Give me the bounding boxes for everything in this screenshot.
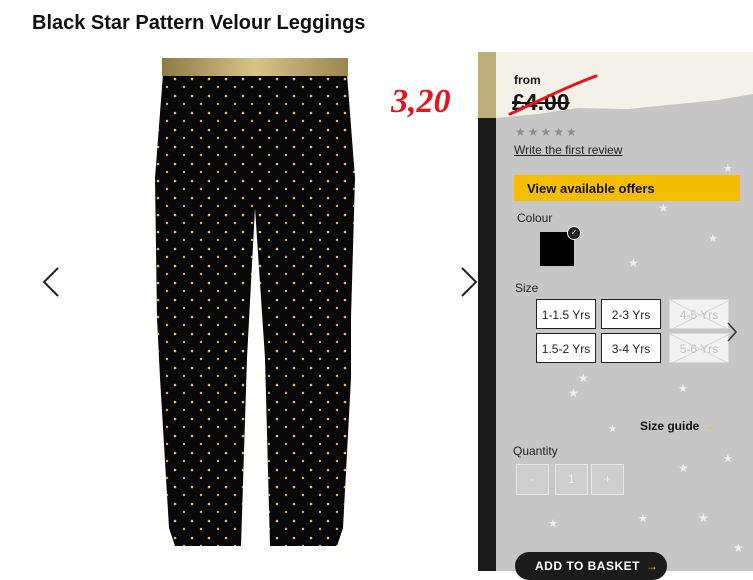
- product-image: [155, 58, 355, 550]
- size-option-unavailable: 5-6 Yrs: [669, 333, 729, 363]
- write-review-link[interactable]: Write the first review: [514, 143, 622, 157]
- size-option[interactable]: 2-3 Yrs: [601, 299, 661, 329]
- previous-image-arrow-icon[interactable]: [38, 262, 68, 302]
- size-label: Size: [515, 281, 539, 295]
- size-option-label: 4-5 Yrs: [679, 308, 719, 322]
- size-guide-link[interactable]: Size guide →: [640, 419, 715, 433]
- size-option[interactable]: 1-1.5 Yrs: [536, 299, 596, 329]
- add-to-basket-button[interactable]: ADD TO BASKET →: [515, 552, 667, 580]
- arrow-right-icon: →: [702, 419, 715, 433]
- product-title: Black Star Pattern Velour Leggings: [32, 12, 366, 34]
- quantity-label: Quantity: [513, 444, 558, 458]
- size-option-unavailable: 4-5 Yrs: [669, 299, 729, 329]
- size-option[interactable]: 1.5-2 Yrs: [536, 333, 596, 363]
- view-offers-button[interactable]: View available offers: [514, 175, 740, 201]
- red-strikethrough-mark: [508, 74, 598, 116]
- product-details-panel: ★ ★ ★ ★ ★ ★ ★ ★ ★ ★ ★ ★ ★ ★ from £4.00 ★…: [478, 52, 753, 571]
- size-guide-label: Size guide: [640, 419, 700, 433]
- size-option-label: 5-6 Yrs: [679, 342, 719, 356]
- quantity-decrease-button[interactable]: -: [516, 464, 549, 495]
- quantity-increase-button[interactable]: +: [591, 464, 624, 495]
- colour-label: Colour: [517, 211, 553, 225]
- handwritten-price-annotation: 3,20: [391, 83, 451, 120]
- rating-stars: ★★★★★: [515, 125, 579, 139]
- selected-check-icon: ✓: [567, 226, 581, 240]
- size-option[interactable]: 3-4 Yrs: [601, 333, 661, 363]
- size-next-chevron-icon[interactable]: [725, 320, 739, 349]
- quantity-input[interactable]: 1: [555, 464, 588, 495]
